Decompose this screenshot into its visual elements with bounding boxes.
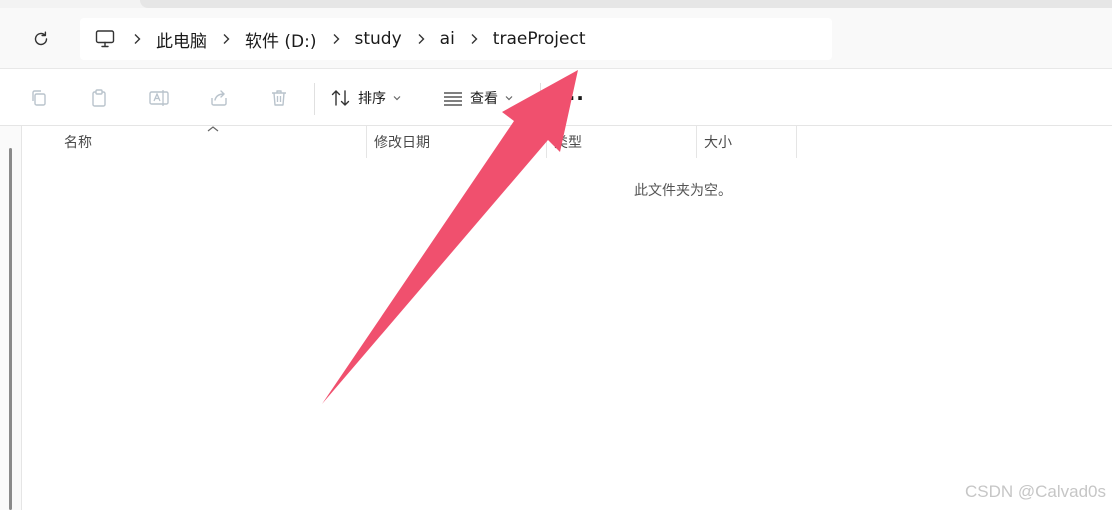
breadcrumb-this-pc[interactable]: 此电脑 <box>150 27 213 52</box>
column-modified-label: 修改日期 <box>374 135 430 151</box>
chevron-down-icon <box>393 96 401 101</box>
chevron-down-icon <box>505 96 513 101</box>
share-icon <box>211 90 227 106</box>
delete-button[interactable] <box>264 83 294 113</box>
address-row: 此电脑 软件 (D:) study ai traeProject <box>0 8 1112 68</box>
empty-folder-message: 此文件夹为空。 <box>634 183 732 199</box>
rename-icon <box>149 90 169 106</box>
watermark: CSDN @Calvad0s <box>964 482 1106 501</box>
paste-button[interactable] <box>84 83 114 113</box>
copy-icon <box>32 90 46 106</box>
chevron-right-icon[interactable] <box>461 29 487 49</box>
nav-scrollbar[interactable] <box>9 148 12 510</box>
computer-icon <box>94 26 120 52</box>
sort-icon <box>331 90 350 106</box>
column-divider[interactable] <box>796 126 797 158</box>
column-type-label: 类型 <box>554 135 582 151</box>
view-label: 查看 <box>470 91 498 107</box>
paste-icon <box>92 89 106 107</box>
breadcrumb-study[interactable]: study <box>349 29 408 49</box>
column-size-label: 大小 <box>704 135 732 151</box>
window-top-strip <box>0 0 1112 8</box>
command-bar: 排序 查看 ··· <box>0 68 1112 126</box>
column-header-name[interactable]: 名称 <box>56 126 366 158</box>
more-options-button[interactable]: ··· <box>556 83 588 113</box>
tab-edge <box>140 0 1112 8</box>
breadcrumb-ai[interactable]: ai <box>434 29 461 49</box>
copy-button[interactable] <box>24 83 54 113</box>
chevron-right-icon[interactable] <box>124 29 150 49</box>
refresh-icon <box>34 31 48 46</box>
toolbar-divider <box>540 83 541 115</box>
column-header-modified[interactable]: 修改日期 <box>366 126 546 158</box>
view-button[interactable]: 查看 <box>442 83 514 113</box>
column-header-row: 名称 修改日期 类型 大小 <box>22 126 1112 158</box>
chevron-right-icon[interactable] <box>408 29 434 49</box>
refresh-button[interactable] <box>24 22 58 56</box>
toolbar-divider <box>314 83 315 115</box>
breadcrumb-traeproject[interactable]: traeProject <box>487 29 592 49</box>
navigation-pane <box>0 126 22 510</box>
column-name-label: 名称 <box>64 135 92 151</box>
sort-label: 排序 <box>358 91 386 107</box>
chevron-right-icon[interactable] <box>323 29 349 49</box>
breadcrumb-drive-d[interactable]: 软件 (D:) <box>239 27 323 52</box>
column-header-size[interactable]: 大小 <box>696 126 796 158</box>
rename-button[interactable] <box>144 83 174 113</box>
address-bar[interactable]: 此电脑 软件 (D:) study ai traeProject <box>80 18 832 60</box>
trash-icon <box>272 90 286 106</box>
share-button[interactable] <box>204 83 234 113</box>
sort-button[interactable]: 排序 <box>330 83 402 113</box>
column-header-type[interactable]: 类型 <box>546 126 696 158</box>
more-icon: ··· <box>559 86 585 110</box>
list-view-icon <box>444 92 462 106</box>
chevron-right-icon[interactable] <box>213 29 239 49</box>
